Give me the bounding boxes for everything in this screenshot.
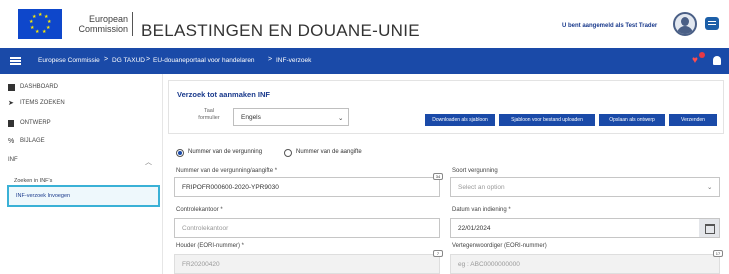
user-status-label: U bent aangemeld als Test Trader [562, 23, 658, 29]
language-label-line-2: formulier [198, 115, 220, 121]
license-type-placeholder: Select an option [458, 184, 505, 191]
breadcrumb-separator: > [146, 56, 151, 63]
sidebar: DASHBOARD ➤ ITEMS ZOEKEN ONTWERP % BIJLA… [0, 74, 163, 274]
breadcrumb-item-taxud[interactable]: DG TAXUD [112, 57, 145, 64]
radio-license-number[interactable] [176, 149, 184, 157]
number-char-counter: 34 [433, 173, 443, 180]
sidebar-item-dashboard[interactable]: DASHBOARD [20, 84, 58, 90]
user-avatar-icon[interactable] [673, 12, 697, 36]
download-template-button[interactable]: Downloaden als sjabloon [425, 114, 495, 126]
number-field[interactable]: FRIPOFR000600-2020-YPR9030 34 [174, 173, 443, 197]
type-field-label: Soort vergunning [452, 168, 498, 174]
holder-field-value: FR20200420 [182, 261, 220, 268]
breadcrumb-item-current: INF-verzoek [276, 57, 312, 64]
menu-hamburger-icon[interactable] [10, 57, 21, 65]
document-icon [8, 120, 14, 127]
favorites-heart-icon[interactable]: ♥ [692, 56, 698, 66]
organization-name: European Commission [66, 14, 128, 34]
sidebar-subitem-insert-inf-highlight[interactable]: INF-verzoek Invoegen [7, 185, 160, 207]
message-icon[interactable] [705, 17, 719, 30]
sidebar-subitem-insert-inf[interactable]: INF-verzoek Invoegen [16, 193, 70, 199]
radio-declaration-label[interactable]: Nummer van de aangifte [296, 149, 362, 155]
number-field-label: Nummer van de vergunning/aangifte * [176, 168, 278, 174]
breadcrumb-separator: > [268, 56, 273, 63]
submit-button[interactable]: Verzenden [669, 114, 717, 126]
sidebar-item-attachment[interactable]: BIJLAGE [20, 138, 45, 144]
breadcrumb-item-commission[interactable]: Europese Commissie [38, 57, 100, 64]
dashboard-icon [8, 84, 15, 91]
holder-field[interactable]: FR20200420 7 [174, 250, 443, 274]
breadcrumb-bar: Europese Commissie > DG TAXUD > EU-douan… [0, 48, 729, 74]
language-select[interactable]: Engels ⌄ [233, 108, 349, 126]
page-title: Verzoek tot aanmaken INF [177, 90, 270, 99]
representative-field-placeholder: eg : ABC0000000000 [458, 261, 520, 268]
date-field-label: Datum van indiening * [452, 207, 511, 213]
number-field-value: FRIPOFR000600-2020-YPR9030 [182, 184, 279, 191]
sidebar-item-search[interactable]: ITEMS ZOEKEN [20, 100, 65, 106]
sidebar-subitem-search-inf[interactable]: Zoeken in INF's [14, 178, 52, 184]
chevron-down-icon: ⌄ [707, 184, 713, 191]
office-field[interactable]: Controlekantoor [174, 218, 440, 238]
office-field-label: Controlekantoor * [176, 207, 223, 213]
save-draft-button[interactable]: Opslaan als ontwerp [599, 114, 665, 126]
site-title: BELASTINGEN EN DOUANE-UNIE [141, 21, 420, 40]
language-select-value: Engels [241, 114, 261, 121]
language-label-line-1: Taal [203, 108, 215, 114]
breadcrumb-item-portal[interactable]: EU-douaneportaal voor handelaren [153, 57, 255, 64]
representative-field[interactable]: eg : ABC0000000000 17 [450, 250, 723, 274]
org-line-1: European [88, 14, 128, 24]
breadcrumb-separator: > [104, 56, 109, 63]
date-field-value: 22/01/2024 [458, 225, 491, 232]
date-field[interactable]: 22/01/2024 [450, 218, 720, 238]
notification-badge [699, 52, 705, 58]
chevron-down-icon: ⌄ [338, 115, 344, 122]
org-line-2: Commission [78, 24, 128, 34]
holder-field-label: Houder (EORI-nummer) * [176, 243, 245, 249]
upload-template-button[interactable]: Sjabloon voor bestand uploaden [499, 114, 595, 126]
radio-license-label[interactable]: Nummer van de vergunning [188, 149, 262, 155]
sidebar-item-inf[interactable]: INF [8, 157, 18, 163]
bell-icon[interactable] [713, 56, 721, 65]
sidebar-item-draft[interactable]: ONTWERP [20, 120, 51, 126]
representative-char-counter: 17 [713, 250, 723, 257]
paperclip-icon: % [8, 138, 15, 145]
holder-char-counter: 7 [433, 250, 443, 257]
eu-flag-logo[interactable]: ★ ★ ★ ★ ★ ★ ★ ★ ★ [18, 9, 62, 39]
site-header: ★ ★ ★ ★ ★ ★ ★ ★ ★ European Commission BE… [0, 0, 729, 48]
representative-field-label: Vertegenwoordiger (EORI-nummer) [452, 243, 547, 249]
header-divider [132, 12, 133, 36]
radio-declaration-number[interactable] [284, 149, 292, 157]
language-label: Taal formulier [191, 108, 227, 122]
chevron-up-icon[interactable]: ︿ [145, 157, 152, 167]
request-panel: Verzoek tot aanmaken INF Taal formulier … [168, 80, 724, 134]
license-type-select[interactable]: Select an option ⌄ [450, 177, 720, 197]
office-field-placeholder: Controlekantoor [182, 225, 229, 232]
arrow-right-icon: ➤ [8, 100, 14, 107]
calendar-icon[interactable] [699, 219, 719, 237]
